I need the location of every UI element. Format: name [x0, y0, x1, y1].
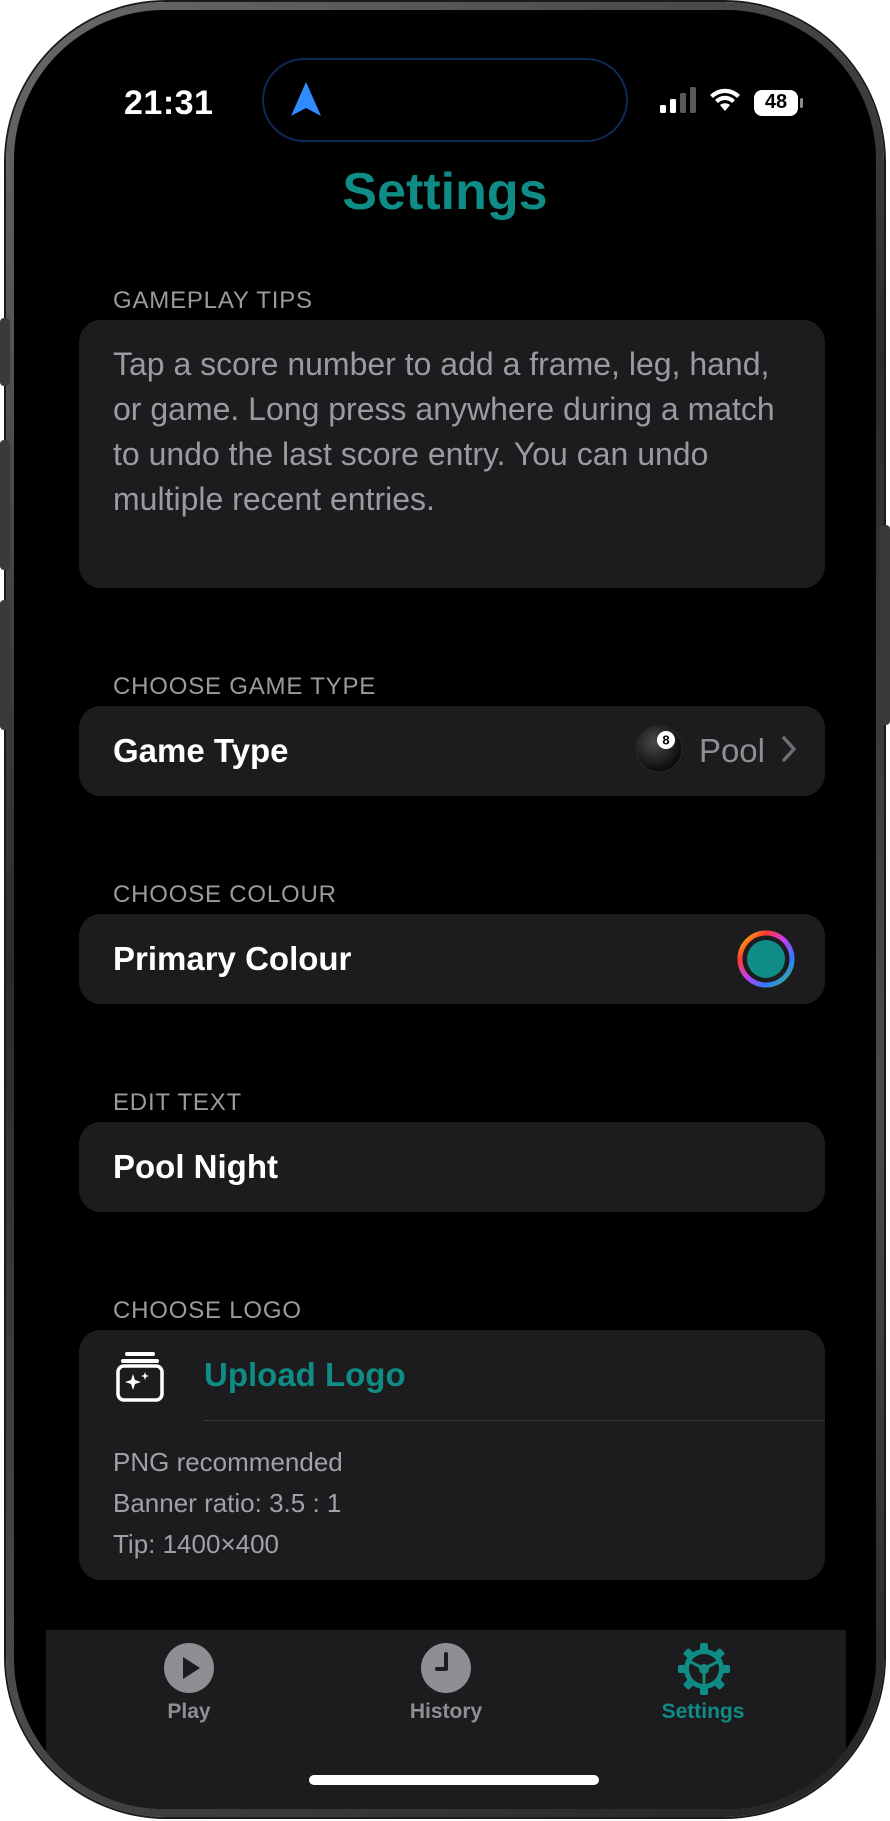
battery-indicator: 48: [754, 89, 803, 116]
section-header-game-type: CHOOSE GAME TYPE: [113, 673, 377, 700]
tips-text: Tap a score number to add a frame, leg, …: [113, 346, 775, 517]
edit-text-field[interactable]: Pool Night: [79, 1122, 825, 1212]
tips-card: Tap a score number to add a frame, leg, …: [79, 320, 825, 588]
tab-history[interactable]: History: [346, 1642, 546, 1724]
upload-logo-button[interactable]: Upload Logo: [204, 1330, 406, 1420]
photo-stack-icon: [115, 1350, 165, 1407]
power-button: [880, 525, 890, 725]
logo-card: Upload Logo PNG recommended Banner ratio…: [79, 1330, 825, 1580]
volume-down-button: [0, 600, 10, 730]
tab-play-label: Play: [167, 1700, 211, 1723]
edit-text-value: Pool Night: [113, 1148, 278, 1185]
game-type-value-group: 8 Pool: [635, 706, 797, 796]
primary-colour-row[interactable]: Primary Colour: [79, 914, 825, 1004]
game-type-label: Game Type: [113, 732, 289, 769]
primary-colour-label: Primary Colour: [113, 940, 352, 977]
chevron-right-icon: [781, 735, 797, 768]
section-header-logo: CHOOSE LOGO: [113, 1297, 302, 1324]
game-type-row[interactable]: Game Type 8 Pool: [79, 706, 825, 796]
logo-note-ratio: Banner ratio: 3.5 : 1: [113, 1488, 342, 1518]
logo-note-format: PNG recommended: [113, 1447, 343, 1477]
volume-up-button: [0, 440, 10, 570]
tab-play[interactable]: Play: [89, 1642, 289, 1724]
status-indicators: 48: [660, 87, 803, 118]
game-type-value: Pool: [698, 732, 765, 769]
tab-settings[interactable]: Settings: [603, 1642, 803, 1724]
tab-settings-label: Settings: [661, 1700, 745, 1723]
logo-divider: [204, 1420, 825, 1421]
play-icon: [163, 1642, 215, 1694]
home-indicator: [309, 1775, 599, 1785]
colour-picker-well[interactable]: [737, 914, 795, 1004]
location-arrow-icon: [288, 80, 324, 125]
eight-ball-icon: 8: [635, 725, 683, 778]
section-header-colour: CHOOSE COLOUR: [113, 881, 337, 908]
wifi-icon: [708, 87, 742, 118]
ball-number: 8: [662, 732, 669, 747]
gear-icon: [677, 1642, 730, 1695]
section-header-gameplay-tips: GAMEPLAY TIPS: [113, 287, 313, 314]
cellular-signal-icon: [660, 87, 696, 118]
tab-history-label: History: [409, 1700, 483, 1723]
logo-note-tip: Tip: 1400×400: [113, 1529, 280, 1559]
action-button: [0, 318, 10, 386]
page-title: Settings: [342, 163, 548, 221]
dynamic-island: [264, 60, 626, 140]
colour-swatch-icon: [737, 930, 795, 988]
section-header-edit-text: EDIT TEXT: [113, 1089, 243, 1116]
screen: 21:31 48 Settings GAMEPLAY TIPS Tap a sc…: [14, 10, 876, 1809]
clock-icon: [420, 1642, 472, 1694]
status-time: 21:31: [124, 84, 214, 122]
